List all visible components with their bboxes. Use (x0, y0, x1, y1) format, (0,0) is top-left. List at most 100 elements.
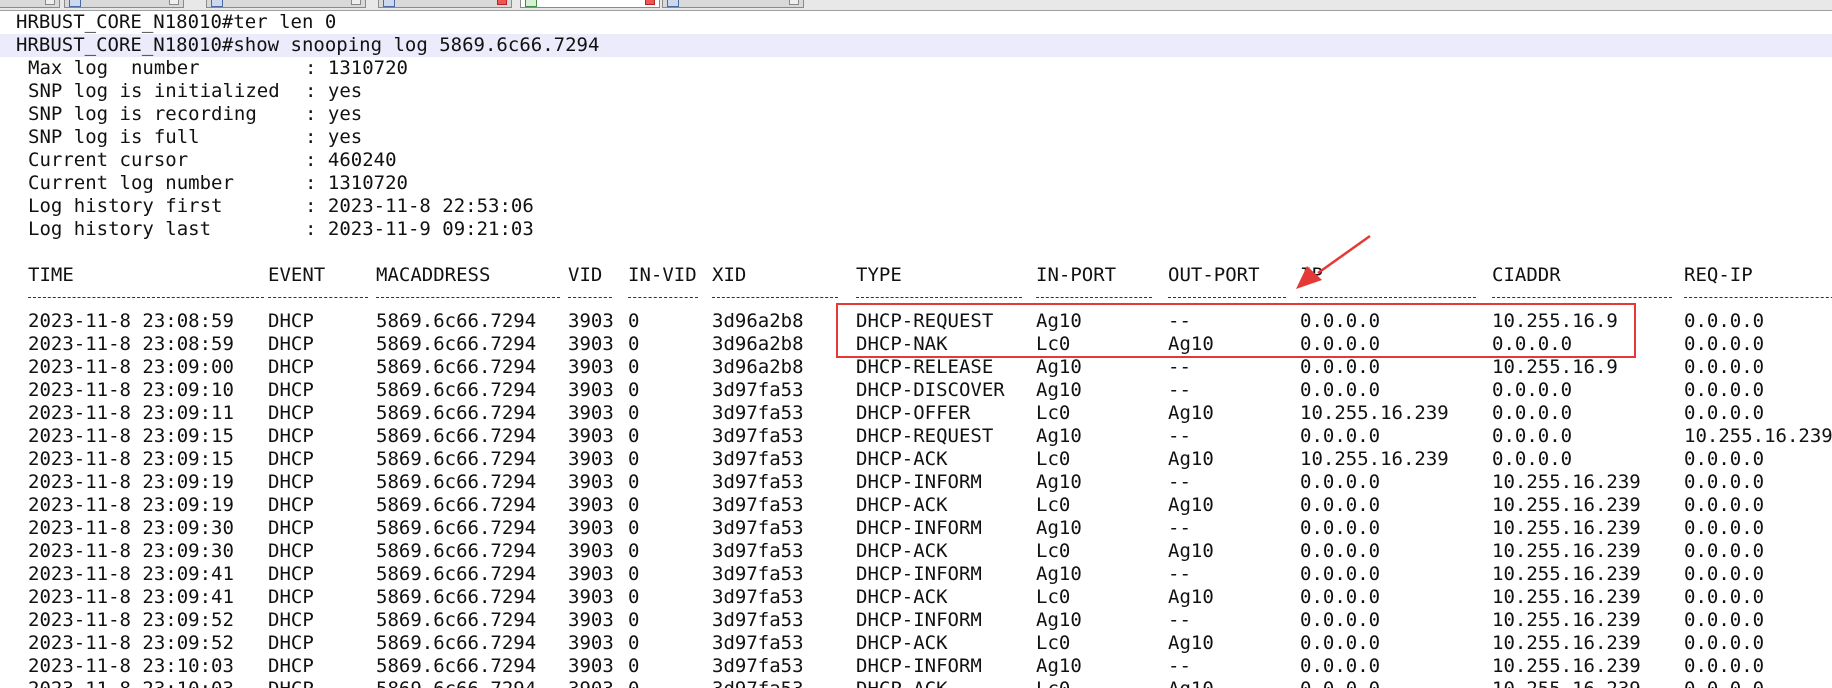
column-header-ip: IP (1300, 264, 1323, 286)
cell-macaddress: 5869.6c66.7294 (376, 609, 537, 631)
cell-xid: 3d96a2b8 (712, 310, 804, 332)
status-line: Current cursor: 460240 (0, 149, 1832, 172)
table-row: 2023-11-8 23:09:19 DHCP 5869.6c66.7294 3903… (0, 471, 1832, 494)
cell-in-port: Ag10 (1036, 655, 1082, 677)
cell-xid: 3d97fa53 (712, 586, 804, 608)
cell-req-ip: 0.0.0.0 (1684, 310, 1765, 332)
annotation-highlight-box (836, 303, 1636, 358)
cell-type: DHCP-ACK (856, 586, 948, 608)
cell-in-vid: 0 (628, 563, 640, 585)
cell-event: DHCP (268, 310, 314, 332)
cell-type: DHCP-ACK (856, 540, 948, 562)
session-tab-active[interactable] (520, 0, 660, 8)
table-row: 2023-11-8 23:09:10 DHCP 5869.6c66.7294 3903… (0, 379, 1832, 402)
session-tab[interactable] (378, 0, 512, 8)
cell-time: 2023-11-8 23:09:41 (28, 563, 234, 585)
close-icon[interactable] (351, 0, 361, 5)
cell-out-port: -- (1168, 425, 1191, 447)
status-key: Log history last (28, 218, 212, 240)
cell-xid: 3d96a2b8 (712, 356, 804, 378)
cell-time: 2023-11-8 23:09:30 (28, 517, 234, 539)
table-row: 2023-11-8 23:10:03 DHCP 5869.6c66.7294 3903… (0, 655, 1832, 678)
close-icon[interactable] (497, 0, 507, 5)
cell-out-port: -- (1168, 471, 1191, 493)
session-tab[interactable] (206, 0, 366, 8)
separator-dash (28, 297, 264, 298)
table-row: 2023-11-8 23:10:03 DHCP 5869.6c66.7294 3903… (0, 678, 1832, 688)
cell-vid: 3903 (568, 655, 614, 677)
separator-dash (268, 297, 368, 298)
cell-type: DHCP-ACK (856, 678, 948, 688)
cell-event: DHCP (268, 655, 314, 677)
cell-xid: 3d97fa53 (712, 632, 804, 654)
cell-type: DHCP-REQUEST (856, 425, 994, 447)
cell-ip: 0.0.0.0 (1300, 425, 1381, 447)
column-header-out-port: OUT-PORT (1168, 264, 1260, 286)
status-key: Log history first (28, 195, 223, 217)
cell-event: DHCP (268, 586, 314, 608)
cell-ip: 0.0.0.0 (1300, 678, 1380, 688)
cell-time: 2023-11-8 23:10:03 (28, 655, 234, 677)
close-icon[interactable] (645, 0, 655, 5)
cell-vid: 3903 (568, 402, 614, 424)
cell-req-ip: 0.0.0.0 (1684, 494, 1765, 516)
session-tab[interactable] (662, 0, 804, 8)
cell-in-vid: 0 (628, 632, 640, 654)
table-row: 2023-11-8 23:09:52 DHCP 5869.6c66.7294 3903… (0, 609, 1832, 632)
table-row: 2023-11-8 23:09:52 DHCP 5869.6c66.7294 3903… (0, 632, 1832, 655)
cell-ip: 10.255.16.239 (1300, 448, 1449, 470)
status-line: SNP log is full : yes (0, 126, 1832, 149)
cell-event: DHCP (268, 379, 314, 401)
cell-event: DHCP (268, 609, 314, 631)
cell-event: DHCP (268, 448, 314, 470)
cell-vid: 3903 (568, 310, 614, 332)
separator-dash (856, 297, 1022, 298)
cell-in-port: Lc0 (1036, 494, 1071, 516)
prompt-text: HRBUST_CORE_N18010#ter len 0 (16, 11, 337, 33)
cell-in-port: Lc0 (1036, 678, 1070, 688)
cell-req-ip: 0.0.0.0 (1684, 402, 1765, 424)
cell-out-port: Ag10 (1168, 586, 1214, 608)
cell-macaddress: 5869.6c66.7294 (376, 425, 537, 447)
cell-macaddress: 5869.6c66.7294 (376, 494, 537, 516)
cell-out-port: Ag10 (1168, 540, 1214, 562)
cell-vid: 3903 (568, 678, 614, 688)
cell-xid: 3d97fa53 (712, 609, 804, 631)
status-line: Log history first: 2023-11-8 22:53:06 (0, 195, 1832, 218)
cell-ip: 0.0.0.0 (1300, 471, 1381, 493)
cell-macaddress: 5869.6c66.7294 (376, 655, 537, 677)
table-row: 2023-11-8 23:09:11 DHCP 5869.6c66.7294 3903… (0, 402, 1832, 425)
cell-ip: 0.0.0.0 (1300, 517, 1381, 539)
session-tab[interactable] (64, 0, 184, 8)
cell-xid: 3d97fa53 (712, 425, 804, 447)
cell-req-ip: 0.0.0.0 (1684, 471, 1765, 493)
cell-in-port: Ag10 (1036, 609, 1082, 631)
cell-vid: 3903 (568, 333, 614, 355)
cell-req-ip: 0.0.0.0 (1684, 609, 1765, 631)
column-header-event: EVENT (268, 264, 326, 286)
cell-req-ip: 0.0.0.0 (1684, 356, 1765, 378)
close-icon[interactable] (169, 0, 179, 5)
cell-type: DHCP-ACK (856, 494, 948, 516)
status-line: SNP log is recording: yes (0, 103, 1832, 126)
close-icon[interactable] (789, 0, 799, 5)
cell-xid: 3d97fa53 (712, 678, 804, 688)
cell-event: DHCP (268, 678, 314, 688)
session-tab[interactable] (0, 0, 60, 8)
cell-ciaddr: 0.0.0.0 (1492, 379, 1573, 401)
close-icon[interactable] (45, 0, 55, 5)
cell-in-vid: 0 (628, 494, 640, 516)
cell-in-port: Lc0 (1036, 402, 1071, 424)
cell-xid: 3d97fa53 (712, 655, 804, 677)
cell-time: 2023-11-8 23:09:15 (28, 448, 234, 470)
cell-ip: 0.0.0.0 (1300, 563, 1381, 585)
status-value: : yes (305, 126, 363, 148)
status-key: SNP log is full (28, 126, 200, 148)
cell-vid: 3903 (568, 448, 614, 470)
column-header-macaddress: MACADDRESS (376, 264, 491, 286)
cell-type: DHCP-DISCOVER (856, 379, 1005, 401)
cell-time: 2023-11-8 23:09:52 (28, 632, 234, 654)
cell-time: 2023-11-8 23:09:19 (28, 494, 234, 516)
column-header-ciaddr: CIADDR (1492, 264, 1561, 286)
table-row: 2023-11-8 23:09:15 DHCP 5869.6c66.7294 3903… (0, 448, 1832, 471)
